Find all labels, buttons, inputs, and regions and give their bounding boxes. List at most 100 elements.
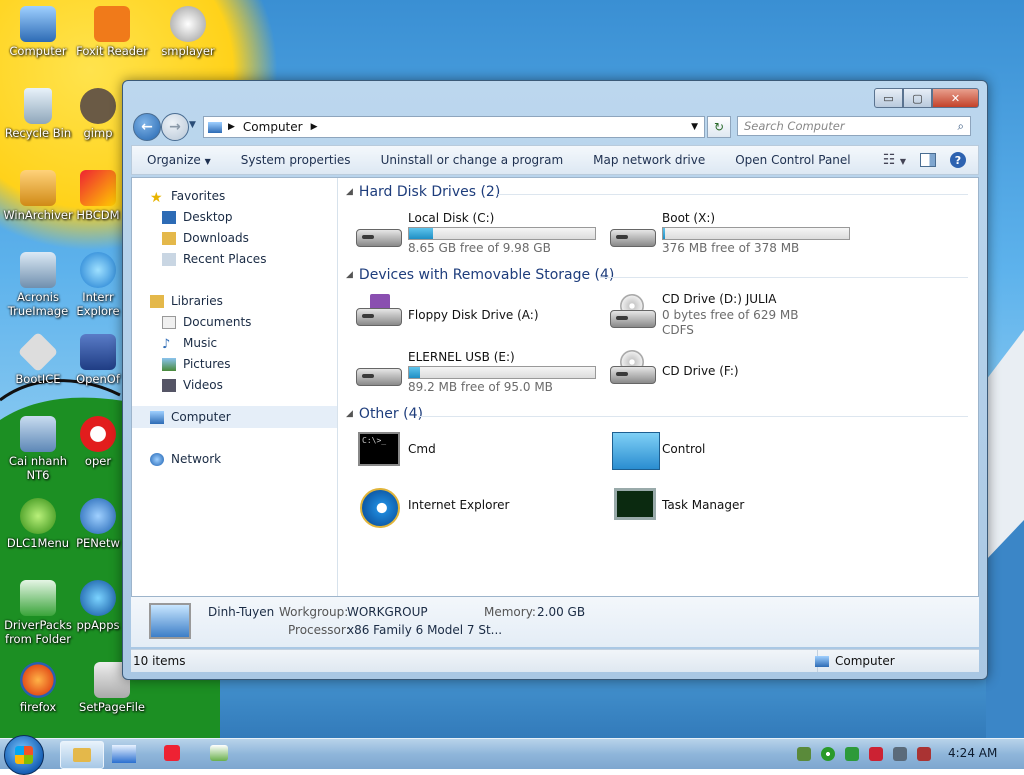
item-cmd[interactable]: C:\>_ Cmd xyxy=(356,432,596,472)
group-other[interactable]: ◢ Other (4) xyxy=(346,406,423,422)
desktop-icon-computer[interactable]: Computer xyxy=(0,6,76,58)
item-task-manager[interactable]: Task Manager xyxy=(610,488,850,532)
open-control-panel-button[interactable]: Open Control Panel xyxy=(720,153,865,167)
system-properties-button[interactable]: System properties xyxy=(226,153,366,167)
desktop-icon-ie[interactable]: Interr Explore xyxy=(74,252,122,318)
desktop-icon-openoffice[interactable]: OpenOf xyxy=(74,334,122,386)
nav-downloads[interactable]: Downloads xyxy=(162,228,249,248)
organize-button[interactable]: Organize ▼ xyxy=(132,153,226,167)
task-manager-icon xyxy=(614,488,656,520)
drive-usb-e[interactable]: ELERNEL USB (E:) 89.2 MB free of 95.0 MB xyxy=(356,350,596,394)
tray-volume-muted-icon[interactable] xyxy=(917,747,931,761)
nav-favorites[interactable]: ★ Favorites xyxy=(150,186,225,206)
uninstall-program-button[interactable]: Uninstall or change a program xyxy=(366,153,579,167)
desktop-icon-dlc1menu[interactable]: DLC1Menu xyxy=(0,498,76,550)
minimize-button[interactable]: ▭ xyxy=(874,88,903,108)
drive-free-space: 0 bytes free of 629 MB xyxy=(662,308,799,322)
desktop-icon-firefox[interactable]: firefox xyxy=(0,662,76,714)
music-icon: ♪ xyxy=(162,336,171,352)
clock[interactable]: 4:24 AM xyxy=(948,746,997,760)
drive-cd-f[interactable]: CD Drive (F:) xyxy=(610,348,850,392)
search-input[interactable]: Search Computer ⌕ xyxy=(737,116,971,136)
desktop-icon-bootice[interactable]: BootICE xyxy=(0,331,76,386)
desktop-icon-smplayer[interactable]: smplayer xyxy=(150,6,226,58)
desktop-icon-hbcdm[interactable]: HBCDM xyxy=(74,170,122,222)
nav-videos[interactable]: Videos xyxy=(162,375,223,395)
drive-usage-fill xyxy=(663,228,665,239)
desktop-icon-acronis[interactable]: Acronis TrueImage xyxy=(0,252,76,318)
group-label: Devices with Removable Storage (4) xyxy=(358,267,615,283)
nav-label: Desktop xyxy=(183,210,233,224)
desktop-icon-cai-nhanh[interactable]: Cai nhanh NT6 xyxy=(0,416,76,482)
floppy-drive-icon xyxy=(356,294,402,328)
forward-arrow-icon: → xyxy=(169,119,181,135)
hard-disk-icon xyxy=(610,215,656,249)
cd-drive-icon xyxy=(610,294,656,330)
desktop-icon-penetwork[interactable]: PENetw xyxy=(74,498,122,550)
group-removable-storage[interactable]: ◢ Devices with Removable Storage (4) xyxy=(346,267,614,283)
map-network-drive-button[interactable]: Map network drive xyxy=(578,153,720,167)
tools-icon xyxy=(80,170,116,206)
desktop-icon xyxy=(162,210,176,224)
drive-local-disk-c[interactable]: Local Disk (C:) 8.65 GB free of 9.98 GB xyxy=(356,211,596,255)
nav-computer[interactable]: Computer xyxy=(150,407,231,427)
help-icon[interactable]: ? xyxy=(950,152,966,168)
recycle-bin-icon xyxy=(24,88,52,124)
computer-icon xyxy=(149,603,191,639)
collapse-triangle-icon: ◢ xyxy=(346,409,353,419)
item-control[interactable]: Control xyxy=(610,432,850,472)
nav-label: Favorites xyxy=(171,189,226,203)
nav-desktop[interactable]: Desktop xyxy=(162,207,233,227)
start-button[interactable] xyxy=(4,735,44,775)
change-view-button[interactable]: ☷ ▼ xyxy=(883,152,906,168)
drive-usage-bar xyxy=(408,227,596,240)
tray-shield-icon[interactable] xyxy=(845,747,859,761)
drive-usage-bar xyxy=(662,227,850,240)
refresh-button[interactable]: ↻ xyxy=(707,116,731,138)
address-bar[interactable]: ▶ Computer ▶ ▼ xyxy=(203,116,705,138)
desktop-icon-driverpacks[interactable]: DriverPacks from Folder xyxy=(0,580,76,646)
taskbar-explorer-button[interactable] xyxy=(60,741,104,769)
address-dropdown-icon[interactable]: ▼ xyxy=(691,122,698,132)
breadcrumb-chevron-icon[interactable]: ▶ xyxy=(311,122,318,132)
nav-recent-places[interactable]: Recent Places xyxy=(162,249,266,269)
taskbar-app-icon[interactable] xyxy=(210,745,228,761)
nav-pictures[interactable]: Pictures xyxy=(162,354,231,374)
desktop-icon-recycle-bin[interactable]: Recycle Bin xyxy=(0,88,76,140)
desktop-icon-label: OpenOf xyxy=(76,372,120,386)
nav-music[interactable]: ♪ Music xyxy=(162,333,217,353)
breadcrumb-chevron-icon[interactable]: ▶ xyxy=(228,122,235,132)
caption-buttons: ▭ ▢ ✕ xyxy=(874,88,979,108)
group-hard-disk-drives[interactable]: ◢ Hard Disk Drives (2) xyxy=(346,184,500,200)
nav-libraries[interactable]: Libraries xyxy=(150,291,223,311)
desktop-icon-winarchiver[interactable]: WinArchiver xyxy=(0,170,76,222)
internet-explorer-icon xyxy=(80,252,116,288)
back-button[interactable]: ← xyxy=(133,113,161,141)
nav-network[interactable]: Network xyxy=(150,449,221,469)
desktop-icon-opera[interactable]: oper xyxy=(74,416,122,468)
maximize-button[interactable]: ▢ xyxy=(903,88,932,108)
tray-play-icon[interactable] xyxy=(821,747,835,761)
tray-network-icon[interactable] xyxy=(893,747,907,761)
desktop-icon-label: SetPageFile xyxy=(79,700,145,714)
taskbar-app-icon[interactable] xyxy=(164,745,180,761)
search-icon[interactable]: ⌕ xyxy=(958,119,964,134)
breadcrumb-computer[interactable]: Computer xyxy=(243,120,303,134)
drive-floppy-a[interactable]: Floppy Disk Drive (A:) xyxy=(356,294,596,338)
tray-icon[interactable] xyxy=(797,747,811,761)
nav-documents[interactable]: Documents xyxy=(162,312,251,332)
taskbar-computer-icon[interactable] xyxy=(112,745,136,763)
desktop-icon-gimp[interactable]: gimp xyxy=(74,88,122,140)
desktop-icon-label: Interr Explore xyxy=(76,290,120,318)
item-internet-explorer[interactable]: Internet Explorer xyxy=(356,488,596,532)
drive-cd-d[interactable]: CD Drive (D:) JULIA 0 bytes free of 629 … xyxy=(610,292,850,340)
desktop-icon-foxit[interactable]: Foxit Reader xyxy=(74,6,150,58)
preview-pane-button[interactable] xyxy=(920,153,936,167)
recent-pages-dropdown-icon[interactable]: ▼ xyxy=(189,120,196,130)
drive-boot-x[interactable]: Boot (X:) 376 MB free of 378 MB xyxy=(610,211,850,255)
desktop-icon-ppapps[interactable]: ppApps xyxy=(74,580,122,632)
tray-icon[interactable] xyxy=(869,747,883,761)
close-button[interactable]: ✕ xyxy=(932,88,979,108)
forward-button[interactable]: → xyxy=(161,113,189,141)
items-view: ◢ Hard Disk Drives (2) Local Disk (C:) 8.… xyxy=(338,178,978,596)
